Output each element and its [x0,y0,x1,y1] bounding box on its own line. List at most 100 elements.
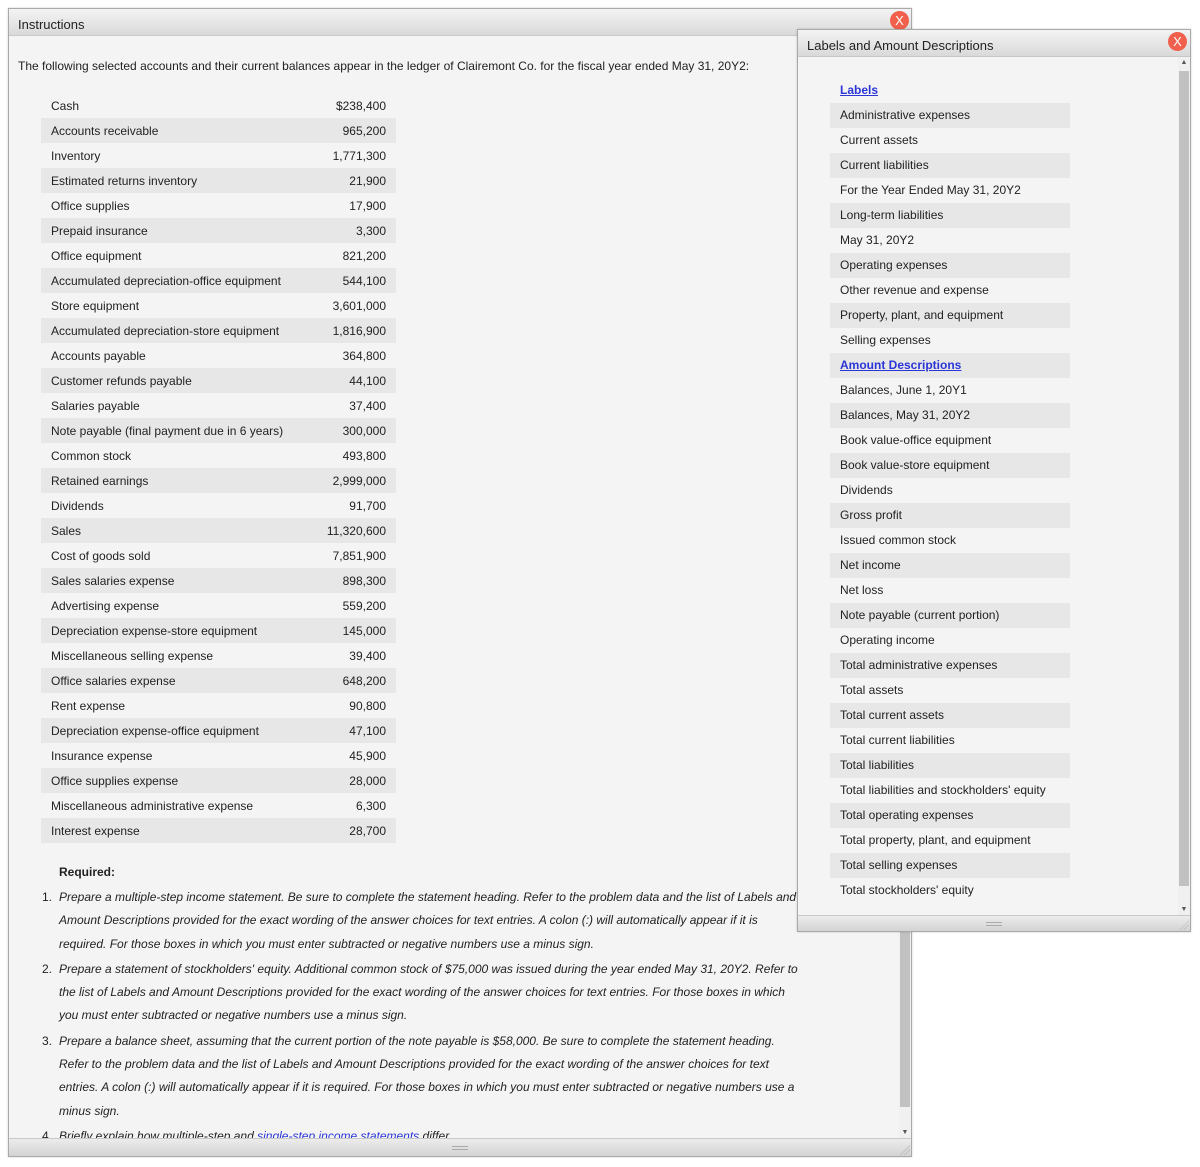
account-value: 6,300 [355,798,386,813]
account-row: Inventory 1,771,300 [41,143,396,168]
account-name: Accumulated depreciation-store equipment [41,318,312,343]
account-value: 493,800 [342,448,386,463]
account-name: Salaries payable [51,398,140,413]
account-name: Office equipment [51,248,142,263]
account-value: 91,700 [349,498,386,513]
account-value: 3,601,000 [332,298,386,313]
label-item: Administrative expenses [830,103,1070,128]
required-item: 1. Prepare a multiple-step income stateme… [42,890,797,951]
account-value: 821,200 [342,248,386,263]
account-name: Accounts receivable [41,118,312,143]
account-value: 37,400 [349,398,386,413]
scroll-up-icon[interactable]: ▲ [1178,59,1190,66]
account-row: Retained earnings 2,999,000 [41,468,396,493]
amount-item: Total current assets [830,703,1070,728]
scrollbar[interactable]: ▲ ▼ [1178,57,1190,915]
amount-item: Net income [830,553,1070,578]
account-row: Rent expense 90,800 [41,693,396,718]
account-name: Interest expense [41,818,312,843]
required-heading: Required: [59,865,116,879]
amount-item: Net loss [840,583,884,597]
account-row: Cost of goods sold 7,851,900 [41,543,396,568]
account-row: Office supplies 17,900 [41,193,396,218]
close-icon[interactable]: X [1168,32,1187,51]
account-value: 364,800 [342,348,386,363]
account-name: Miscellaneous selling expense [51,648,214,663]
amount-item: Balances, May 31, 20Y2 [830,403,1070,428]
scroll-down-icon[interactable]: ▼ [1178,906,1190,913]
account-value: 17,900 [349,198,386,213]
account-name: Office supplies [51,198,130,213]
amount-item: Total administrative expenses [830,653,1070,678]
account-value: 11,320,600 [311,518,396,543]
resize-handle-icon[interactable] [900,1145,910,1155]
amount-item: Total operating expenses [830,803,1070,828]
account-row: Cash $238,400 [41,93,396,118]
account-name: Office supplies expense [41,768,312,793]
account-name: Dividends [51,498,104,513]
account-row: Accounts payable 364,800 [41,343,396,368]
labels-title: Labels and Amount Descriptions [798,30,1190,57]
amount-item: Total assets [840,683,904,697]
account-name: Customer refunds payable [41,368,312,393]
amount-item: Dividends [840,483,893,497]
account-value: 544,100 [311,268,396,293]
account-name: Sales salaries expense [41,568,312,593]
amount-item: Operating income [840,633,935,647]
drag-grip-icon[interactable] [452,1146,468,1150]
account-row: Note payable (final payment due in 6 yea… [41,418,396,443]
account-name: Accumulated depreciation-office equipmen… [41,268,312,293]
account-name: Sales [41,518,312,543]
account-name: Advertising expense [51,598,160,613]
instructions-title: Instructions [9,9,911,36]
account-value: 7,851,900 [332,548,386,563]
account-row: Office supplies expense 28,000 [41,768,396,793]
label-item: For the Year Ended May 31, 20Y2 [840,183,1021,197]
amount-item: Total liabilities [830,753,1070,778]
amount-item: Total liabilities and stockholders' equi… [840,783,1046,797]
account-value: 2,999,000 [311,468,396,493]
account-value: $238,400 [335,98,386,113]
account-row: Dividends 91,700 [41,493,396,518]
account-value: 28,000 [311,768,396,793]
account-row: Depreciation expense-office equipment 47,… [41,718,396,743]
labels-list: Labels Administrative expenses Current ass… [830,78,1070,903]
account-row: Office equipment 821,200 [41,243,396,268]
account-name: Accounts payable [51,348,146,363]
amount-item: Balances, June 1, 20Y1 [840,383,967,397]
account-row: Common stock 493,800 [41,443,396,468]
label-item: Current liabilities [830,153,1070,178]
amount-item: Issued common stock [840,533,957,547]
amount-item: Total selling expenses [830,853,1070,878]
account-value: 21,900 [311,168,396,193]
scroll-thumb[interactable] [1179,71,1189,886]
account-value: 1,771,300 [332,148,386,163]
account-name: Store equipment [51,298,140,313]
account-row: Accumulated depreciation-store equipment… [41,318,396,343]
instructions-window: Instructions X The following selected ac… [8,8,912,1157]
account-name: Prepaid insurance [41,218,312,243]
close-icon[interactable]: X [890,11,909,30]
label-item: Property, plant, and equipment [830,303,1070,328]
account-row: Salaries payable 37,400 [41,393,396,418]
account-name: Inventory [51,148,101,163]
account-name: Depreciation expense-store equipment [41,618,312,643]
account-value: 898,300 [311,568,396,593]
account-value: 3,300 [311,218,396,243]
account-row: Advertising expense 559,200 [41,593,396,618]
account-value: 39,400 [349,648,386,663]
account-row: Miscellaneous selling expense 39,400 [41,643,396,668]
account-value: 47,100 [311,718,396,743]
account-row: Insurance expense 45,900 [41,743,396,768]
drag-grip-icon[interactable] [986,922,1002,926]
scroll-down-icon[interactable]: ▼ [899,1129,911,1136]
account-name: Cost of goods sold [51,548,151,563]
resize-handle-icon[interactable] [1179,920,1189,930]
account-name: Cash [51,98,80,113]
required-list: 1. Prepare a multiple-step income stateme… [42,886,802,1150]
account-value: 559,200 [342,598,386,613]
account-row: Sales 11,320,600 [41,518,396,543]
account-name: Depreciation expense-office equipment [41,718,312,743]
amount-item: Book value-store equipment [830,453,1070,478]
amount-item: Total stockholders' equity [840,883,974,897]
